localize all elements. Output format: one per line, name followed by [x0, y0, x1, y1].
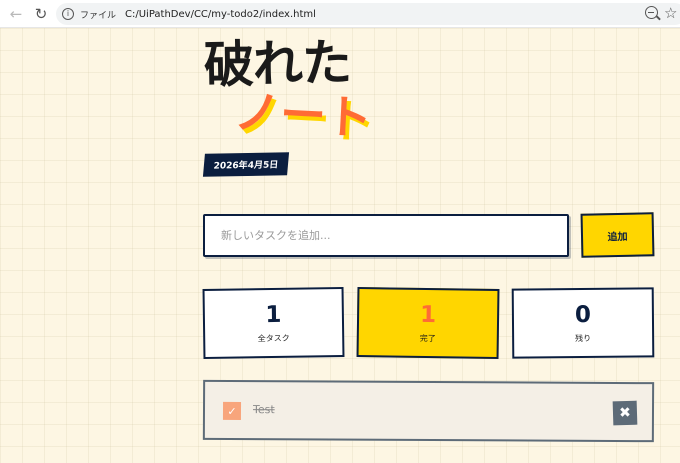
task-item: ✓ Test ✖ [202, 379, 655, 443]
star-icon[interactable]: ☆ [664, 3, 677, 23]
app-title-line1: 破れた [203, 33, 352, 95]
task-text[interactable]: Test [253, 403, 275, 416]
app-page: 破れた ノート 2026年4月5日 追加 1 全タスク 1 完了 0 残り ✓ … [0, 28, 680, 463]
info-icon[interactable]: i [62, 8, 74, 20]
stat-remaining: 0 残り [511, 287, 655, 359]
task-checkbox-checked-icon[interactable]: ✓ [222, 401, 242, 421]
stat-total: 1 全タスク [202, 287, 345, 359]
back-arrow-icon[interactable]: ← [6, 4, 26, 24]
stat-total-label: 全タスク [257, 333, 290, 344]
stat-completed-value: 1 [419, 301, 437, 329]
stat-total-value: 1 [265, 301, 282, 329]
task-input[interactable] [203, 214, 569, 257]
stat-completed-label: 完了 [419, 333, 436, 344]
stat-remaining-value: 0 [574, 301, 592, 329]
date-badge: 2026年4月5日 [202, 152, 290, 177]
url-text[interactable]: C:/UiPathDev/CC/my-todo2/index.html [125, 9, 316, 20]
zoom-out-icon[interactable] [645, 6, 658, 19]
app-title-line2: ノート [232, 84, 374, 146]
add-button[interactable]: 追加 [580, 212, 655, 258]
stat-remaining-label: 残り [575, 333, 592, 344]
stat-completed: 1 完了 [356, 287, 500, 359]
reload-icon[interactable]: ↻ [31, 4, 51, 24]
browser-toolbar: ← ↻ i ファイル C:/UiPathDev/CC/my-todo2/inde… [0, 0, 680, 28]
address-bar[interactable]: i ファイル C:/UiPathDev/CC/my-todo2/index.ht… [56, 3, 680, 25]
url-scheme-label: ファイル [80, 10, 117, 21]
delete-task-button[interactable]: ✖ [612, 400, 638, 426]
